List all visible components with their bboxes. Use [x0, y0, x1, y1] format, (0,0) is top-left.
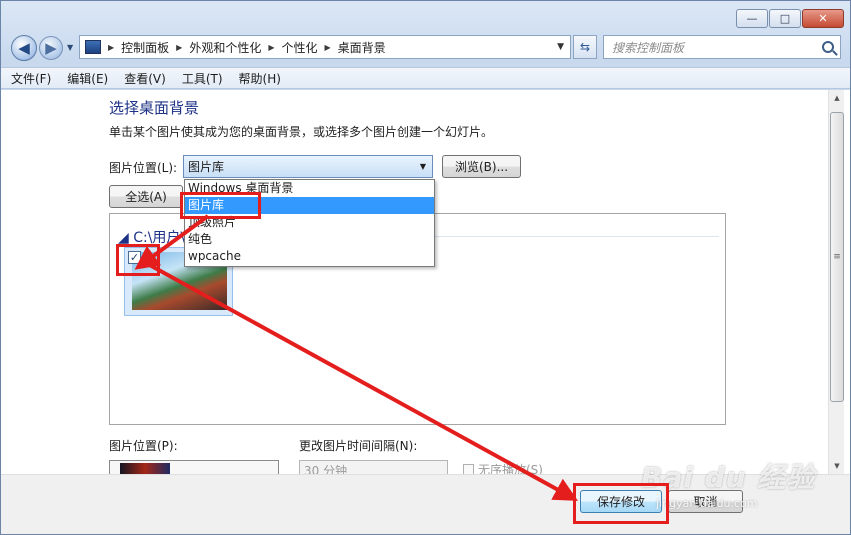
- maximize-button[interactable]: □: [769, 9, 801, 28]
- select-all-button[interactable]: 全选(A): [109, 185, 183, 208]
- browse-button[interactable]: 浏览(B)...: [442, 155, 521, 178]
- wallpaper-checkbox[interactable]: ✓: [128, 251, 141, 264]
- page-title: 选择桌面背景: [109, 99, 200, 117]
- baidu-watermark-logo: Bai du 经验: [641, 461, 816, 494]
- back-button[interactable]: ◀: [11, 35, 37, 61]
- forward-arrow-icon: ▶: [45, 39, 57, 57]
- vertical-scrollbar[interactable]: ▲ ≡ ▼: [828, 90, 844, 474]
- scroll-thumb[interactable]: ≡: [830, 112, 844, 402]
- search-icon[interactable]: [822, 41, 834, 53]
- interval-label: 更改图片时间间隔(N):: [299, 439, 418, 453]
- close-button[interactable]: ✕: [802, 9, 844, 28]
- recent-pages-dropdown[interactable]: ▼: [67, 43, 73, 52]
- breadcrumb-separator-icon[interactable]: ▶: [176, 43, 182, 52]
- breadcrumb-appearance[interactable]: 外观和个性化: [189, 39, 261, 56]
- baidu-watermark-url: jingyan.baidu.com: [656, 497, 758, 510]
- window-caption-buttons: — □ ✕: [736, 9, 844, 28]
- interval-select: 30 分钟: [299, 460, 448, 474]
- chevron-down-icon[interactable]: ▼: [420, 162, 426, 171]
- dropdown-option-pictures-library[interactable]: 图片库: [185, 197, 434, 214]
- menu-bar: 文件(F) 编辑(E) 查看(V) 工具(T) 帮助(H): [1, 67, 850, 89]
- picture-location-dropdown: Windows 桌面背景 图片库 顶级照片 纯色 wpcache: [184, 179, 435, 267]
- menu-tools[interactable]: 工具(T): [182, 70, 223, 87]
- refresh-icon: ⇆: [579, 40, 591, 54]
- dropdown-option-solid-colors[interactable]: 纯色: [185, 231, 434, 248]
- breadcrumb-control-panel[interactable]: 控制面板: [121, 39, 169, 56]
- dropdown-option-wpcache[interactable]: wpcache: [185, 248, 434, 265]
- dropdown-option-windows-backgrounds[interactable]: Windows 桌面背景: [185, 180, 434, 197]
- search-input[interactable]: 搜索控制面板: [603, 35, 841, 59]
- picture-location-select[interactable]: 图片库 ▼: [183, 155, 433, 178]
- menu-file[interactable]: 文件(F): [11, 70, 51, 87]
- navigation-bar: ◀ ▶ ▼ ▶ 控制面板 ▶ 外观和个性化 ▶ 个性化 ▶ 桌面背景 ▼ ⇆ 搜…: [1, 31, 851, 63]
- collapse-arrow-icon[interactable]: ◢: [118, 230, 133, 246]
- address-dropdown-icon[interactable]: ▼: [557, 42, 564, 52]
- address-bar[interactable]: ▶ 控制面板 ▶ 外观和个性化 ▶ 个性化 ▶ 桌面背景 ▼: [79, 35, 571, 59]
- menu-help[interactable]: 帮助(H): [239, 70, 281, 87]
- control-panel-icon: [85, 40, 101, 54]
- folder-path: C:\用户\: [133, 230, 186, 246]
- back-arrow-icon: ◀: [18, 39, 30, 57]
- breadcrumb-separator-icon[interactable]: ▶: [108, 43, 114, 52]
- menu-view[interactable]: 查看(V): [124, 70, 166, 87]
- picture-position-label: 图片位置(P):: [109, 439, 178, 453]
- menu-edit[interactable]: 编辑(E): [67, 70, 108, 87]
- refresh-button[interactable]: ⇆: [573, 35, 597, 59]
- search-placeholder: 搜索控制面板: [612, 40, 685, 55]
- forward-button[interactable]: ▶: [39, 36, 63, 60]
- control-panel-window: — □ ✕ ◀ ▶ ▼ ▶ 控制面板 ▶ 外观和个性化 ▶ 个性化 ▶ 桌面背景…: [0, 0, 851, 535]
- folder-group-header[interactable]: ◢ C:\用户\: [118, 227, 185, 247]
- breadcrumb-separator-icon[interactable]: ▶: [325, 43, 331, 52]
- picture-location-label: 图片位置(L):: [109, 161, 178, 175]
- page-description: 单击某个图片使其成为您的桌面背景，或选择多个图片创建一个幻灯片。: [109, 125, 494, 139]
- scroll-down-icon[interactable]: ▼: [829, 458, 845, 474]
- position-preview-image: [120, 463, 170, 474]
- breadcrumb-personalization[interactable]: 个性化: [282, 39, 318, 56]
- breadcrumb-separator-icon[interactable]: ▶: [268, 43, 274, 52]
- breadcrumb-desktop-background[interactable]: 桌面背景: [338, 39, 386, 56]
- dropdown-option-top-rated-photos[interactable]: 顶级照片: [185, 214, 434, 231]
- scroll-up-icon[interactable]: ▲: [829, 90, 845, 106]
- picture-location-value: 图片库: [188, 160, 225, 174]
- picture-position-select[interactable]: [109, 460, 279, 474]
- minimize-button[interactable]: —: [736, 9, 768, 28]
